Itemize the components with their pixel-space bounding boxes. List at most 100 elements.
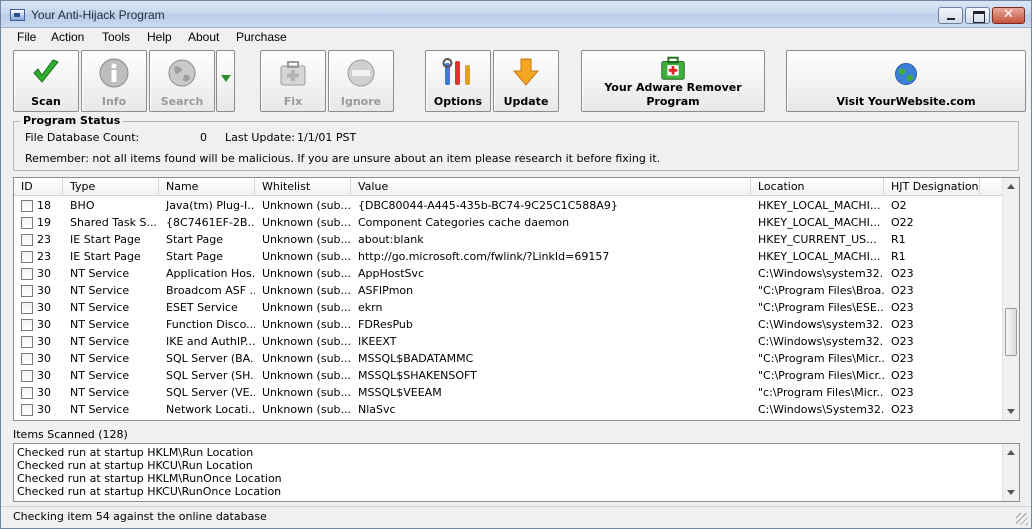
cell-hjt: R1 bbox=[891, 233, 906, 246]
cell-hjt: O23 bbox=[891, 386, 914, 399]
scan-label: Scan bbox=[31, 95, 61, 108]
cell-location: HKEY_CURRENT_US... bbox=[758, 233, 877, 246]
scan-log[interactable]: Checked run at startup HKLM\Run Location… bbox=[13, 443, 1020, 502]
cell-id: 30 bbox=[37, 318, 51, 331]
table-row[interactable]: 19 Shared Task S... {8C7461EF-2B... Unknown… bbox=[14, 214, 1004, 231]
cell-value: {DBC80044-A445-435b-BC74-9C25C1C588A9} bbox=[358, 199, 618, 212]
title-bar[interactable]: Your Anti-Hijack Program ✕ bbox=[1, 1, 1031, 28]
log-scrollbar[interactable] bbox=[1002, 444, 1019, 501]
cell-hjt: O23 bbox=[891, 318, 914, 331]
scroll-up-icon[interactable] bbox=[1007, 184, 1015, 189]
scroll-down-icon[interactable] bbox=[1007, 409, 1015, 414]
log-line: Checked run at startup HKCU\RunOnce Loca… bbox=[17, 485, 282, 498]
table-row[interactable]: 30 NT Service ESET Service Unknown (sub... e… bbox=[14, 299, 1004, 316]
cell-whitelist: Unknown (sub... bbox=[262, 352, 351, 365]
menu-tools[interactable]: Tools bbox=[102, 30, 130, 44]
search-dropdown-arrow[interactable] bbox=[216, 50, 235, 112]
log-line: Checked run at startup HKCU\Run Location bbox=[17, 459, 253, 472]
cell-whitelist: Unknown (sub... bbox=[262, 250, 351, 263]
ignore-button[interactable]: Ignore bbox=[328, 50, 394, 112]
menu-help[interactable]: Help bbox=[147, 30, 172, 44]
cell-hjt: R1 bbox=[891, 250, 906, 263]
scroll-thumb[interactable] bbox=[1005, 308, 1017, 356]
column-header-location[interactable]: Location bbox=[751, 178, 884, 196]
cell-name: {8C7461EF-2B... bbox=[166, 216, 255, 229]
close-icon: ✕ bbox=[1003, 7, 1014, 22]
menu-bar: File Action Tools Help About Purchase bbox=[1, 28, 1031, 47]
column-header-value[interactable]: Value bbox=[351, 178, 751, 196]
cell-value: ekrn bbox=[358, 301, 383, 314]
table-row[interactable]: 30 NT Service Network Locati... Unknown (su… bbox=[14, 401, 1004, 418]
menu-action[interactable]: Action bbox=[51, 30, 84, 44]
scroll-up-icon[interactable] bbox=[1007, 450, 1015, 455]
program-status-group: Program Status File Database Count: 0 La… bbox=[13, 114, 1019, 171]
cell-value: ASFIPmon bbox=[358, 284, 414, 297]
grid-scrollbar[interactable] bbox=[1002, 178, 1019, 420]
visit-website-button[interactable]: Visit YourWebsite.com bbox=[786, 50, 1026, 112]
table-row[interactable]: 30 NT Service IKE and AuthIP... Unknown (su… bbox=[14, 333, 1004, 350]
search-button[interactable]: Search bbox=[149, 50, 215, 112]
options-button[interactable]: Options bbox=[425, 50, 491, 112]
cell-type: NT Service bbox=[70, 335, 130, 348]
cell-whitelist: Unknown (sub... bbox=[262, 233, 351, 246]
scan-button[interactable]: Scan bbox=[13, 50, 79, 112]
db-count-value: 0 bbox=[200, 131, 207, 144]
cell-location: HKEY_LOCAL_MACHI... bbox=[758, 250, 881, 263]
update-button[interactable]: Update bbox=[493, 50, 559, 112]
table-row[interactable]: 18 BHO Java(tm) Plug-I... Unknown (sub... {D… bbox=[14, 197, 1004, 214]
cell-whitelist: Unknown (sub... bbox=[262, 301, 351, 314]
menu-about[interactable]: About bbox=[188, 30, 219, 44]
last-update-value: 1/1/01 PST bbox=[297, 131, 357, 144]
table-row[interactable]: 23 IE Start Page Start Page Unknown (sub...… bbox=[14, 248, 1004, 265]
table-row[interactable]: 30 NT Service Function Disco... Unknown (su… bbox=[14, 316, 1004, 333]
first-aid-kit-icon bbox=[280, 61, 306, 86]
fix-button[interactable]: Fix bbox=[260, 50, 326, 112]
cell-location: "C:\Program Files\ESE... bbox=[758, 301, 884, 314]
menu-file[interactable]: File bbox=[17, 30, 36, 44]
cell-whitelist: Unknown (sub... bbox=[262, 318, 351, 331]
close-button[interactable]: ✕ bbox=[992, 7, 1025, 24]
column-header-name[interactable]: Name bbox=[159, 178, 255, 196]
menu-purchase[interactable]: Purchase bbox=[236, 30, 287, 44]
adware-remover-button[interactable]: Your Adware Remover Program bbox=[581, 50, 765, 112]
table-row[interactable]: 30 NT Service SQL Server (VE... Unknown (su… bbox=[14, 384, 1004, 401]
cell-value: MSSQL$BADATAMMC bbox=[358, 352, 474, 365]
results-grid[interactable]: ID Type Name Whitelist Value Location HJ… bbox=[13, 177, 1020, 421]
cell-location: HKEY_LOCAL_MACHI... bbox=[758, 216, 881, 229]
table-row[interactable]: 30 NT Service SQL Server (SH... Unknown (su… bbox=[14, 367, 1004, 384]
remember-note: Remember: not all items found will be ma… bbox=[25, 152, 661, 165]
log-line: Checked run at startup HKLM\Run Location bbox=[17, 446, 254, 459]
cell-type: BHO bbox=[70, 199, 95, 212]
cell-name: Network Locati... bbox=[166, 403, 255, 416]
cell-whitelist: Unknown (sub... bbox=[262, 335, 351, 348]
cell-name: SQL Server (SH... bbox=[166, 369, 255, 382]
options-label: Options bbox=[433, 95, 483, 108]
maximize-button[interactable] bbox=[965, 7, 990, 24]
table-row[interactable]: 23 IE Start Page Start Page Unknown (sub...… bbox=[14, 231, 1004, 248]
cell-type: NT Service bbox=[70, 386, 130, 399]
cell-name: Start Page bbox=[166, 250, 223, 263]
column-header-type[interactable]: Type bbox=[63, 178, 159, 196]
cell-name: SQL Server (BA... bbox=[166, 352, 255, 365]
info-button[interactable]: Info bbox=[81, 50, 147, 112]
cell-type: NT Service bbox=[70, 267, 130, 280]
resize-grip-icon[interactable] bbox=[1016, 513, 1028, 525]
cell-id: 30 bbox=[37, 335, 51, 348]
cell-id: 23 bbox=[37, 233, 51, 246]
db-count-label: File Database Count: bbox=[25, 131, 140, 144]
table-row[interactable]: 30 NT Service Application Hos... Unknown (s… bbox=[14, 265, 1004, 282]
column-header-hjt[interactable]: HJT Designation bbox=[884, 178, 980, 196]
search-label: Search bbox=[160, 95, 204, 108]
window-title: Your Anti-Hijack Program bbox=[31, 8, 165, 22]
cell-value: NlaSvc bbox=[358, 403, 396, 416]
cell-hjt: O2 bbox=[891, 199, 907, 212]
table-row[interactable]: 30 NT Service SQL Server (BA... Unknown (su… bbox=[14, 350, 1004, 367]
cell-location: C:\Windows\System32... bbox=[758, 403, 884, 416]
column-header-id[interactable]: ID bbox=[14, 178, 63, 196]
cell-location: HKEY_LOCAL_MACHI... bbox=[758, 199, 881, 212]
minimize-button[interactable] bbox=[938, 7, 963, 24]
scroll-down-icon[interactable] bbox=[1007, 490, 1015, 495]
table-row[interactable]: 30 NT Service Broadcom ASF ... Unknown (sub… bbox=[14, 282, 1004, 299]
column-header-whitelist[interactable]: Whitelist bbox=[255, 178, 351, 196]
cell-hjt: O23 bbox=[891, 284, 914, 297]
